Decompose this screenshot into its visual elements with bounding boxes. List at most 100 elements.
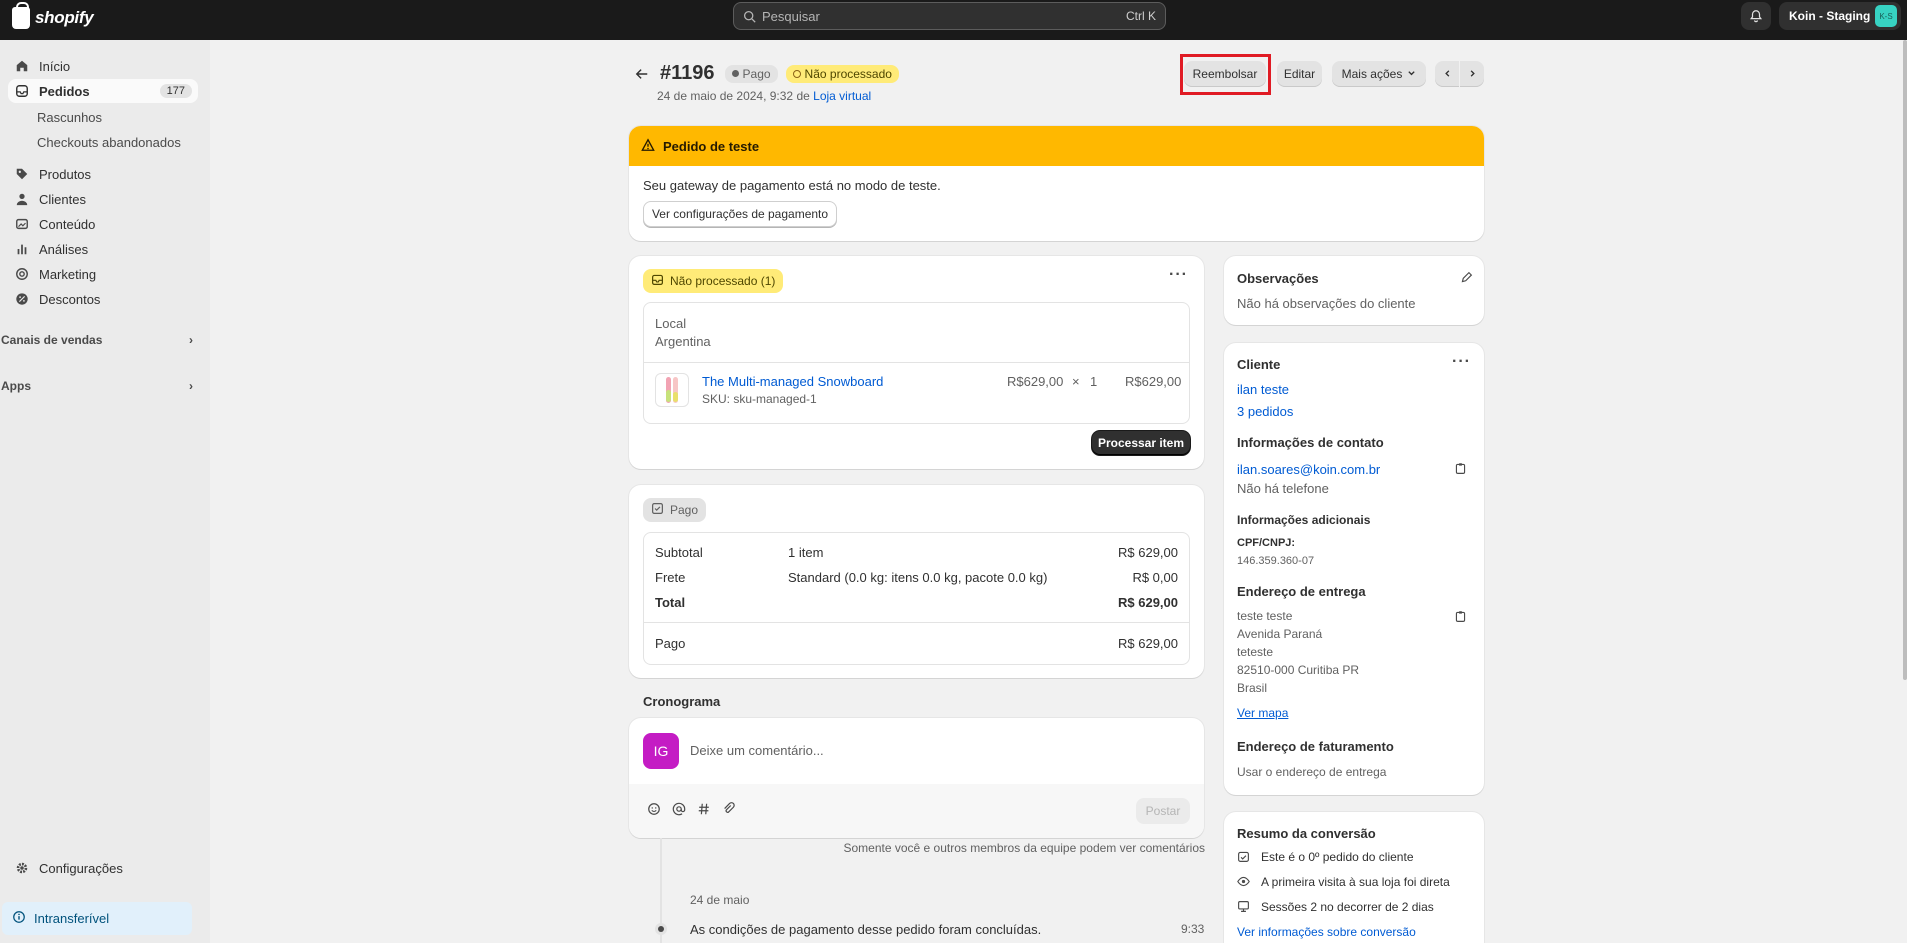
sidebar-item-clientes[interactable]: Clientes	[8, 187, 198, 211]
location-value: Argentina	[655, 334, 711, 349]
sidebar-subitem-rascunhos[interactable]: Rascunhos	[37, 110, 102, 125]
conversion-card: Resumo da conversão Este é o 0º pedido d…	[1224, 812, 1484, 943]
chevron-right-icon: ›	[189, 379, 193, 393]
sidebar-group-sales-channels[interactable]: Canais de vendas ›	[1, 333, 193, 347]
person-icon	[14, 191, 30, 207]
plan-badge[interactable]: Intransferível	[2, 902, 192, 935]
date-text: 24 de maio de 2024, 9:32 de	[657, 89, 810, 103]
more-options-icon[interactable]: ···	[1169, 266, 1188, 284]
sidebar-item-label: Conteúdo	[39, 216, 96, 232]
snowboard-image-icon	[666, 377, 678, 403]
contact-title: Informações de contato	[1237, 435, 1384, 450]
sidebar-group-apps[interactable]: Apps ›	[1, 379, 193, 393]
conversion-title: Resumo da conversão	[1237, 826, 1376, 841]
hashtag-icon[interactable]	[697, 802, 711, 819]
badge-label: Não processado (1)	[670, 274, 776, 288]
post-button[interactable]: Postar	[1136, 798, 1190, 824]
sidebar-item-label: Análises	[39, 241, 89, 257]
shipping-address-title: Endereço de entrega	[1237, 584, 1366, 599]
comment-box: IG Deixe um comentário... Postar	[629, 718, 1204, 838]
customer-card: Cliente ··· ilan teste 3 pedidos Informa…	[1224, 343, 1484, 795]
notes-text: Não há observações do cliente	[1237, 296, 1416, 311]
store-name: Koin - Staging	[1789, 9, 1871, 23]
channel-link[interactable]: Loja virtual	[813, 89, 871, 103]
highlight-annotation	[1180, 54, 1271, 95]
notifications-button[interactable]	[1741, 2, 1771, 30]
view-map-link[interactable]: Ver mapa	[1237, 706, 1288, 720]
user-avatar: IG	[643, 733, 679, 769]
group-label: Apps	[1, 379, 31, 393]
sidebar-item-label: Descontos	[39, 291, 101, 307]
badge-label: Não processado	[804, 66, 892, 81]
store-menu-button[interactable]: Koin - Staging K-S	[1779, 2, 1901, 30]
payment-settings-button[interactable]: Ver configurações de pagamento	[643, 201, 837, 227]
chart-icon	[14, 241, 30, 257]
conversion-line: A primeira visita à sua loja foi direta	[1261, 875, 1450, 889]
paid-label: Pago	[655, 636, 686, 651]
search-shortcut: Ctrl K	[1126, 9, 1156, 23]
sidebar-item-label: Pedidos	[39, 83, 90, 99]
sidebar-item-configuracoes[interactable]: Configurações	[8, 856, 198, 880]
sidebar-item-label: Configurações	[39, 860, 123, 876]
search-icon	[743, 10, 756, 23]
sidebar-item-pedidos[interactable]: Pedidos 177	[8, 79, 198, 103]
copy-address-icon[interactable]	[1454, 610, 1467, 626]
order-number: #1196	[660, 62, 715, 84]
edit-pencil-icon[interactable]	[1460, 271, 1473, 287]
search-placeholder: Pesquisar	[762, 8, 820, 24]
sidebar-item-conteudo[interactable]: Conteúdo	[8, 212, 198, 236]
sidebar-item-analises[interactable]: Análises	[8, 237, 198, 261]
tag-icon	[14, 166, 30, 182]
total-label: Total	[655, 595, 686, 610]
page-title-row: #1196 Pago Não processado	[632, 62, 899, 85]
divider	[644, 622, 1189, 623]
unit-price: R$629,00	[1007, 374, 1064, 389]
sidebar-item-inicio[interactable]: Início	[8, 54, 198, 78]
edit-button[interactable]: Editar	[1277, 61, 1322, 87]
payment-status-badge: Pago	[724, 64, 778, 83]
sessions-icon	[1237, 900, 1250, 916]
customer-orders-link[interactable]: 3 pedidos	[1237, 404, 1293, 419]
paid-badge: Pago	[643, 498, 707, 522]
next-order-button[interactable]	[1460, 61, 1484, 87]
emoji-icon[interactable]	[647, 802, 661, 819]
divider	[644, 362, 1189, 363]
attachment-icon[interactable]	[722, 802, 736, 819]
process-item-button[interactable]: Processar item	[1092, 431, 1190, 455]
search-input[interactable]: Pesquisar Ctrl K	[733, 2, 1166, 30]
billing-address-title: Endereço de faturamento	[1237, 739, 1394, 754]
more-options-icon[interactable]: ···	[1452, 353, 1471, 371]
copy-email-icon[interactable]	[1454, 462, 1467, 478]
customer-name-link[interactable]: ilan teste	[1237, 382, 1289, 397]
chevron-down-icon	[1407, 67, 1416, 81]
more-actions-label: Mais ações	[1341, 67, 1403, 81]
comment-toolbar	[629, 784, 1204, 838]
sidebar-item-marketing[interactable]: Marketing	[8, 262, 198, 286]
product-thumbnail[interactable]	[655, 373, 689, 407]
location-label: Local	[655, 316, 687, 331]
back-arrow-icon[interactable]	[632, 64, 652, 84]
previous-order-button[interactable]	[1435, 61, 1459, 87]
timeline-title: Cronograma	[643, 694, 721, 709]
content-icon	[14, 216, 30, 232]
more-actions-button[interactable]: Mais ações	[1332, 61, 1426, 87]
product-link[interactable]: The Multi-managed Snowboard	[702, 374, 883, 389]
conversion-details-link[interactable]: Ver informações sobre conversão	[1237, 925, 1416, 939]
sidebar-subitem-checkouts[interactable]: Checkouts abandonados	[37, 135, 181, 150]
logo-text: shopify	[35, 8, 94, 27]
sidebar-item-produtos[interactable]: Produtos	[8, 162, 198, 186]
page-scrollbar[interactable]	[1903, 40, 1907, 680]
group-label: Canais de vendas	[1, 333, 103, 347]
sidebar-item-label: Início	[39, 58, 71, 74]
orders-count-badge: 177	[159, 84, 192, 98]
sidebar-item-label: Clientes	[39, 191, 86, 207]
line-items-box: Local Argentina The Multi-managed Snowbo…	[643, 302, 1190, 424]
comment-input[interactable]: Deixe um comentário...	[690, 743, 824, 758]
sidebar-item-descontos[interactable]: Descontos	[8, 287, 198, 311]
calendar-icon	[1237, 850, 1250, 866]
shopify-logo[interactable]: shopify	[12, 2, 94, 29]
customer-email-link[interactable]: ilan.soares@koin.com.br	[1237, 462, 1380, 477]
mention-icon[interactable]	[672, 802, 686, 819]
chevron-right-icon	[1468, 67, 1477, 81]
shopify-bag-icon	[12, 2, 30, 29]
